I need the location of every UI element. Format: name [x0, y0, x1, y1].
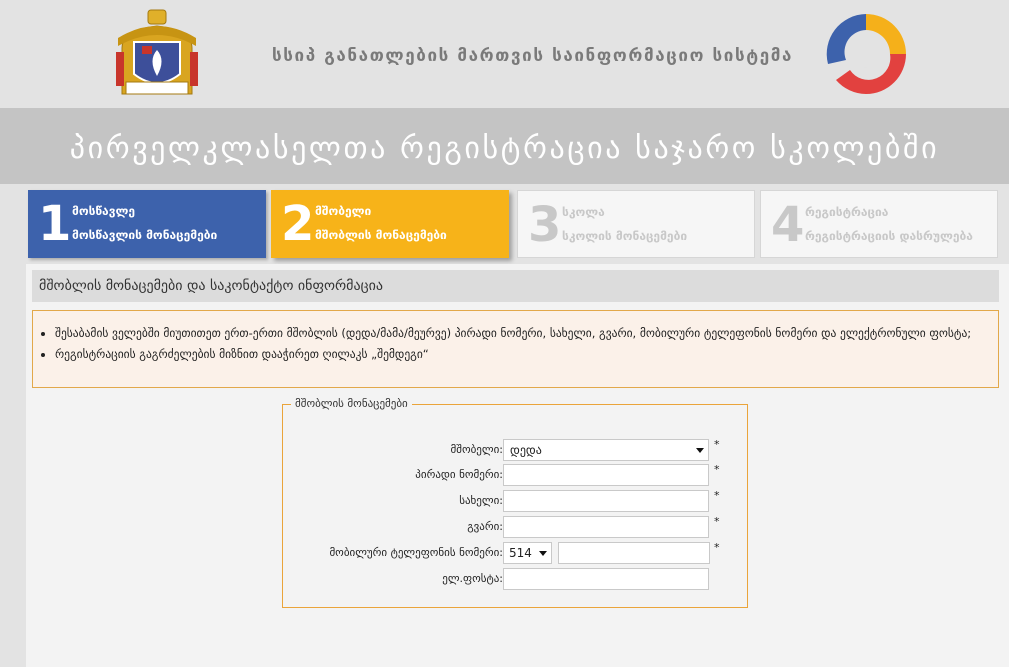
instructions-box: შესაბამის ველებში მიუთითეთ ერთ-ერთი მშობ…	[32, 310, 999, 388]
last-name-label: გვარი:	[467, 520, 503, 533]
parent-select[interactable]: დედა	[503, 439, 709, 461]
mobile-prefix-value: 514	[509, 546, 532, 560]
parent-select-value: დედა	[510, 443, 542, 457]
personal-id-label: პირადი ნომერი:	[415, 468, 503, 481]
parent-row: მშობელი: დედა *	[283, 438, 749, 461]
header: სსიპ განათლების მართვის საინფორმაციო სის…	[0, 0, 1009, 108]
step-subtitle: სკოლის მონაცემები	[562, 229, 688, 243]
required-mark: *	[714, 541, 720, 554]
mobile-number-input[interactable]	[558, 542, 710, 564]
mobile-prefix-select[interactable]: 514	[503, 542, 552, 564]
last-name-input[interactable]	[503, 516, 709, 538]
content-panel: მშობლის მონაცემები და საკონტაქტო ინფორმა…	[26, 264, 1009, 667]
parent-label: მშობელი:	[450, 443, 503, 456]
first-name-input[interactable]	[503, 490, 709, 512]
chevron-down-icon	[696, 448, 704, 453]
step-number: 2	[281, 196, 315, 252]
step-subtitle: რეგისტრაციის დასრულება	[805, 229, 973, 243]
last-name-row: გვარი: *	[283, 515, 749, 538]
first-name-row: სახელი: *	[283, 489, 749, 512]
instruction-item: შესაბამის ველებში მიუთითეთ ერთ-ერთი მშობ…	[55, 323, 988, 344]
email-row: ელ.ფოსტა:	[283, 568, 749, 590]
emis-logo-icon	[826, 14, 906, 94]
chevron-down-icon	[539, 551, 547, 556]
required-mark: *	[714, 463, 720, 476]
step-title: სკოლა	[562, 205, 605, 219]
personal-id-input[interactable]	[503, 464, 709, 486]
step-title: მშობელი	[315, 204, 372, 218]
step-title: მოსწავლე	[72, 204, 136, 218]
step-number: 1	[38, 196, 72, 252]
system-title: სსიპ განათლების მართვის საინფორმაციო სის…	[272, 46, 794, 66]
instruction-item: რეგისტრაციის გაგრძელების მიზნით დააჭირეთ…	[55, 344, 988, 365]
required-mark: *	[714, 489, 720, 502]
page-title: პირველკლასელთა რეგისტრაცია საჯარო სკოლებ…	[69, 131, 940, 166]
parent-data-fieldset: მშობლის მონაცემები მშობელი: დედა * პირად…	[282, 397, 749, 608]
email-label: ელ.ფოსტა:	[442, 572, 503, 585]
step-1-student[interactable]: 1 მოსწავლე მოსწავლის მონაცემები	[28, 190, 266, 258]
mobile-label: მობილური ტელეფონის ნომერი:	[329, 546, 503, 559]
fieldset-legend: მშობლის მონაცემები	[291, 397, 412, 410]
email-input[interactable]	[503, 568, 709, 590]
step-number: 4	[771, 197, 805, 253]
step-number: 3	[528, 197, 562, 253]
banner: პირველკლასელთა რეგისტრაცია საჯარო სკოლებ…	[0, 108, 1009, 184]
required-mark: *	[714, 515, 720, 528]
step-title: რეგისტრაცია	[805, 205, 889, 219]
step-4-registration: 4 რეგისტრაცია რეგისტრაციის დასრულება	[760, 190, 998, 258]
section-heading: მშობლის მონაცემები და საკონტაქტო ინფორმა…	[32, 270, 999, 302]
step-2-parent[interactable]: 2 მშობელი მშობლის მონაცემები	[271, 190, 509, 258]
wizard-steps: 1 მოსწავლე მოსწავლის მონაცემები 2 მშობელ…	[0, 184, 1009, 264]
coat-of-arms-icon	[116, 9, 198, 95]
first-name-label: სახელი:	[459, 494, 503, 507]
step-subtitle: მშობლის მონაცემები	[315, 228, 447, 242]
step-subtitle: მოსწავლის მონაცემები	[72, 228, 218, 242]
mobile-row: მობილური ტელეფონის ნომერი: 514 *	[283, 541, 749, 564]
step-3-school: 3 სკოლა სკოლის მონაცემები	[517, 190, 755, 258]
personal-id-row: პირადი ნომერი: *	[283, 463, 749, 486]
required-mark: *	[714, 438, 720, 451]
